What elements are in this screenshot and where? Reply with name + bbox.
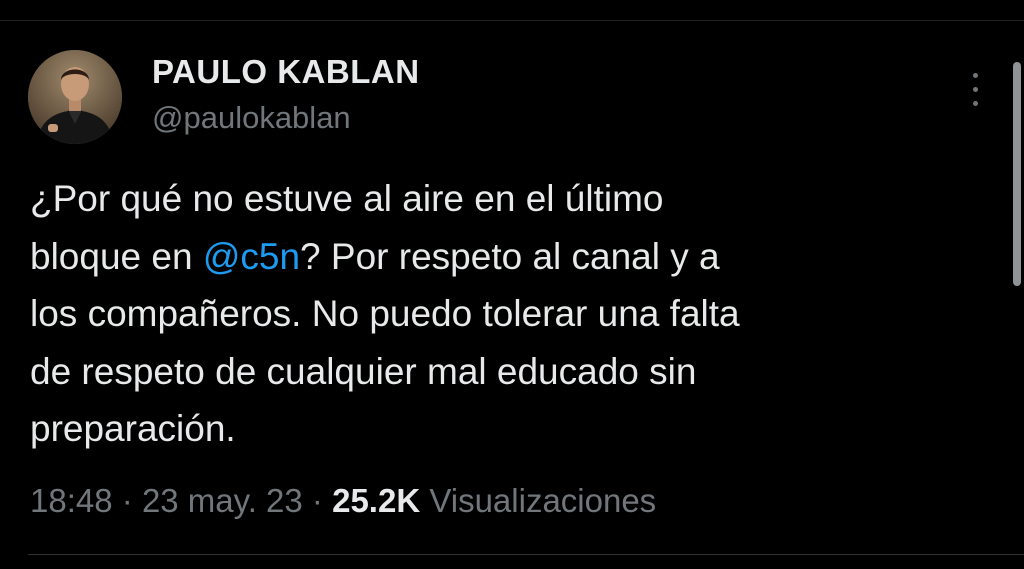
tweet-text-segment: bloque en — [30, 235, 203, 277]
mention-link[interactable]: @c5n — [203, 236, 300, 277]
tweet-line: ¿Por qué no estuve al aire en el último — [30, 178, 664, 219]
top-divider — [0, 20, 1024, 21]
views-label: Visualizaciones — [429, 482, 657, 519]
tweet-date[interactable]: 23 may. 23 — [142, 482, 303, 519]
separator-dot: · — [121, 482, 133, 519]
tweet-time[interactable]: 18:48 — [30, 482, 113, 519]
tweet-line: preparación. — [30, 408, 236, 449]
more-options-icon[interactable] — [964, 70, 988, 110]
tweet-text-segment: ? Por respeto al canal y a — [300, 235, 720, 277]
author-display-name[interactable]: PAULO KABLAN — [152, 53, 420, 91]
more-dot — [973, 101, 978, 106]
scrollbar[interactable] — [1013, 62, 1021, 286]
tweet-line: de respeto de cualquier mal educado sin — [30, 350, 697, 392]
person-portrait-icon — [28, 50, 122, 144]
tweet-metadata: 18:48 · 23 may. 23 · 25.2K Visualizacion… — [30, 482, 656, 520]
views-count[interactable]: 25.2K — [332, 482, 420, 519]
tweet-line: bloque en @c5n? Por respeto al canal y a — [30, 228, 990, 286]
bottom-divider — [28, 554, 1024, 555]
more-dot — [973, 73, 978, 78]
avatar[interactable] — [28, 50, 122, 144]
tweet-text: ¿Por qué no estuve al aire en el último … — [30, 170, 990, 458]
tweet-line: los compañeros. No puedo tolerar una fal… — [30, 293, 740, 334]
separator-dot: · — [311, 482, 323, 519]
author-handle[interactable]: @paulokablan — [152, 100, 351, 136]
more-dot — [973, 87, 978, 92]
